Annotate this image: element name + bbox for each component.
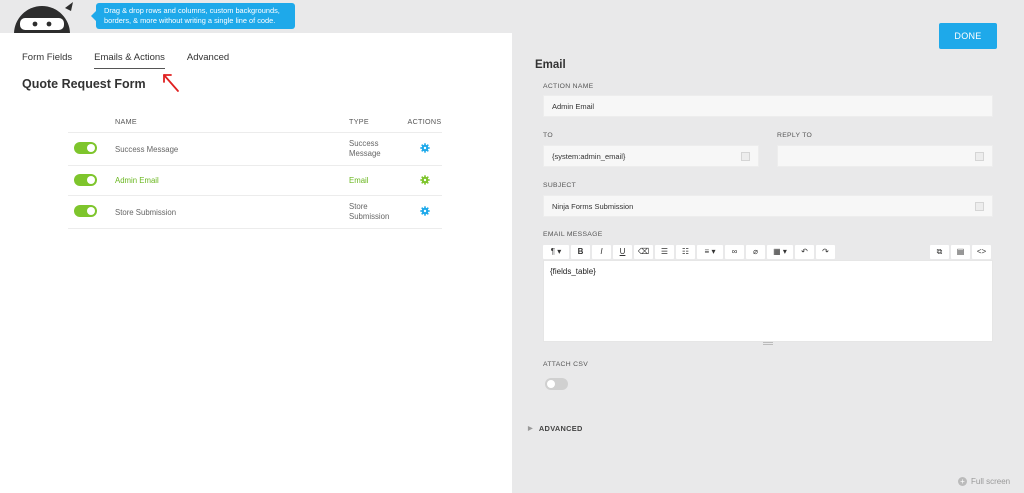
advanced-section-toggle[interactable]: ▶ ADVANCED	[528, 424, 583, 433]
fullscreen-label: Full screen	[971, 477, 1011, 486]
tab-advanced[interactable]: Advanced	[187, 52, 229, 69]
gear-icon[interactable]	[419, 174, 430, 185]
table-icon[interactable]: ▦ ▾	[767, 244, 793, 259]
to-value: {system:admin_email}	[552, 151, 626, 161]
annotation-arrow-icon	[163, 74, 179, 92]
link-icon[interactable]: ∞	[725, 244, 744, 259]
builder-tabs: Form Fields Emails & Actions Advanced	[22, 52, 251, 69]
action-name: Success Message	[115, 144, 179, 154]
action-type: Success Message	[349, 139, 381, 158]
editor-toolbar: ¶ ▾ B I U ⌫ ☰ ☷ ≡ ▾ ∞ ⌀ ▦ ▾ ↶ ↷ ⧉ ▤ <>	[543, 243, 993, 260]
table-row[interactable]: Success Message Success Message	[68, 133, 442, 166]
attach-csv-toggle[interactable]	[545, 378, 568, 390]
unlink-icon[interactable]: ⌀	[746, 244, 765, 259]
tooltip-line-2: borders, & more without writing a single…	[104, 16, 276, 25]
eraser-icon[interactable]: ⌫	[634, 244, 653, 259]
merge-tag-icon[interactable]	[741, 152, 750, 161]
to-input[interactable]: {system:admin_email}	[543, 145, 759, 167]
bold-icon[interactable]: B	[571, 244, 590, 259]
action-type: Email	[349, 175, 369, 185]
column-header-actions: ACTIONS	[407, 117, 442, 126]
media-icon[interactable]: ▤	[951, 244, 970, 259]
action-toggle[interactable]	[74, 205, 97, 217]
merge-tag-icon[interactable]	[975, 202, 984, 211]
email-message-editor[interactable]: {fields_table}	[543, 260, 993, 342]
undo-icon[interactable]: ↶	[795, 244, 814, 259]
action-name-label: ACTION NAME	[543, 83, 594, 90]
align-icon[interactable]: ≡ ▾	[697, 244, 723, 259]
caret-right-icon: ▶	[528, 426, 533, 432]
column-header-type: TYPE	[349, 116, 369, 126]
table-row[interactable]: Admin Email Email	[68, 166, 442, 196]
tab-emails-actions[interactable]: Emails & Actions	[94, 52, 165, 69]
editor-resize-handle[interactable]	[763, 342, 773, 345]
gear-icon[interactable]	[419, 143, 430, 153]
fullscreen-button[interactable]: + Full screen	[958, 477, 1010, 486]
action-toggle[interactable]	[74, 142, 97, 154]
subject-value: Ninja Forms Submission	[552, 201, 634, 211]
action-type: Store Submission	[349, 202, 390, 221]
left-panel: Form Fields Emails & Actions Advanced Qu…	[0, 33, 512, 493]
actions-table: NAME TYPE ACTIONS Success Message Succes…	[68, 111, 442, 229]
ninja-logo-icon	[10, 0, 74, 33]
panel-title: Email	[535, 59, 566, 71]
redo-icon[interactable]: ↷	[816, 244, 835, 259]
gear-icon[interactable]	[419, 206, 430, 216]
action-name-input[interactable]: Admin Email	[543, 95, 993, 117]
reply-to-input[interactable]	[777, 145, 993, 167]
subject-label: SUBJECT	[543, 182, 577, 189]
top-bar: Drag & drop rows and columns, custom bac…	[0, 0, 1024, 33]
underline-icon[interactable]: U	[613, 244, 632, 259]
table-header: NAME TYPE ACTIONS	[68, 111, 442, 133]
code-icon[interactable]: <>	[972, 244, 991, 259]
tooltip-line-1: Drag & drop rows and columns, custom bac…	[104, 6, 280, 15]
merge-tags-icon[interactable]: ⧉	[930, 244, 949, 259]
reply-to-label: REPLY TO	[777, 132, 813, 139]
done-button[interactable]: DONE	[939, 23, 997, 49]
tab-form-fields[interactable]: Form Fields	[22, 52, 72, 69]
paragraph-icon[interactable]: ¶ ▾	[543, 244, 569, 259]
subject-input[interactable]: Ninja Forms Submission	[543, 195, 993, 217]
action-name: Store Submission	[115, 207, 177, 217]
column-header-name: NAME	[115, 117, 137, 126]
merge-tag-icon[interactable]	[975, 152, 984, 161]
email-message-value: {fields_table}	[550, 267, 596, 276]
advanced-label: ADVANCED	[538, 424, 583, 433]
form-title: Quote Request Form	[22, 77, 146, 91]
email-message-label: EMAIL MESSAGE	[543, 231, 603, 238]
to-label: TO	[543, 132, 553, 139]
action-toggle[interactable]	[74, 173, 97, 186]
plus-circle-icon: +	[958, 477, 967, 486]
promo-tooltip: Drag & drop rows and columns, custom bac…	[91, 3, 295, 29]
attach-csv-label: ATTACH CSV	[543, 361, 589, 368]
ordered-list-icon[interactable]: ☰	[655, 244, 674, 259]
action-name: Admin Email	[115, 176, 159, 185]
italic-icon[interactable]: I	[592, 244, 611, 259]
unordered-list-icon[interactable]: ☷	[676, 244, 695, 259]
table-row[interactable]: Store Submission Store Submission	[68, 196, 442, 229]
